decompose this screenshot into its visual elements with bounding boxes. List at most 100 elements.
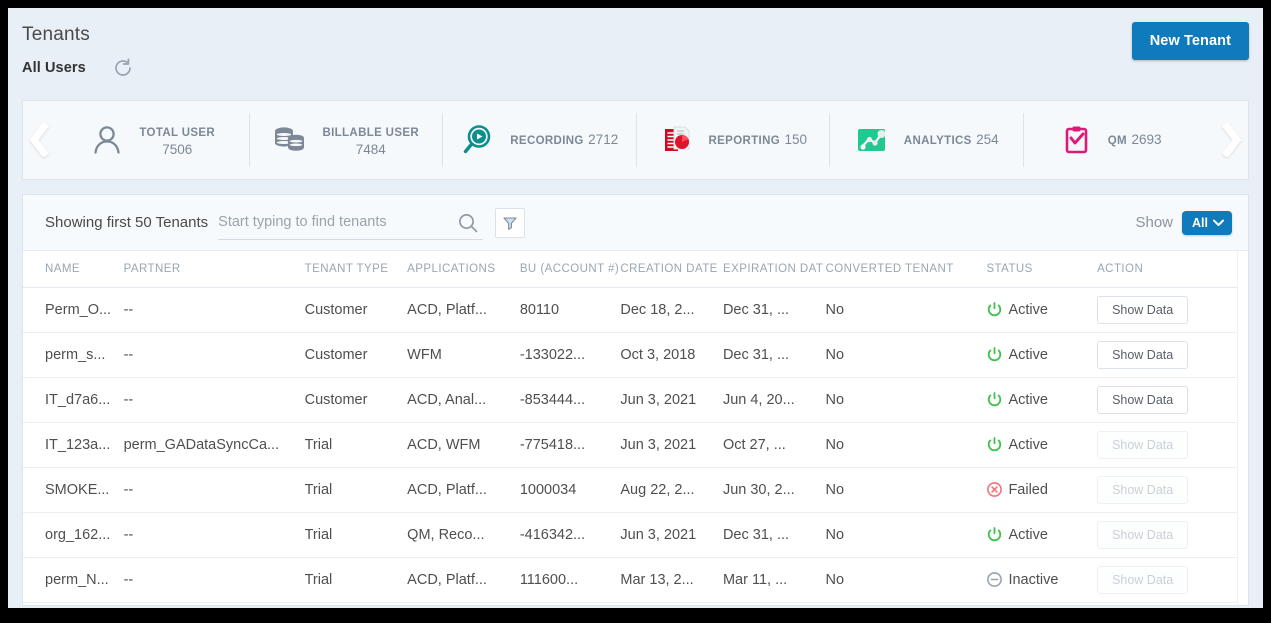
cell-expiration-date: Oct 27, ... (723, 422, 826, 467)
table-row[interactable]: SMOKE...--TrialACD, Platf...1000034Aug 2… (23, 467, 1248, 512)
stat-reporting[interactable]: REPORTING 150 (636, 113, 830, 167)
cell-applications: ACD, WFM (407, 422, 520, 467)
table-toolbar: Showing first 50 Tenants Show A (23, 195, 1248, 251)
stat-value: 2712 (588, 132, 618, 147)
cell-creation-date: Jun 3, 2021 (620, 512, 723, 557)
recording-icon (459, 121, 497, 159)
cell-status: Active (986, 332, 1097, 377)
filter-button[interactable] (495, 208, 525, 238)
col-header-converted-tenant[interactable]: CONVERTED TENANT (826, 251, 987, 287)
cell-partner: -- (124, 332, 305, 377)
show-label: Show (1135, 214, 1173, 231)
page-title: Tenants (22, 22, 1263, 48)
app-root: Tenants All Users New Tenant (8, 8, 1263, 608)
cell-bu-account: -416342... (520, 512, 621, 557)
cell-applications: ACD, Anal... (407, 377, 520, 422)
stat-text: RECORDING 2712 (510, 131, 618, 149)
cell-tenant-type: Trial (305, 512, 408, 557)
table-row[interactable]: IT_d7a6...--CustomerACD, Anal...-853444.… (23, 377, 1248, 422)
stat-value: 7506 (139, 141, 215, 158)
cell-bu-account: -853444... (520, 377, 621, 422)
cell-bu-account: 1000034 (520, 467, 621, 512)
show-data-button: Show Data (1097, 476, 1188, 504)
cell-partner: -- (124, 287, 305, 332)
cell-partner: -- (124, 467, 305, 512)
stat-billable-user[interactable]: BILLABLE USER 7484 (249, 113, 443, 167)
show-data-button[interactable]: Show Data (1097, 386, 1188, 414)
stat-value: 254 (976, 132, 999, 147)
search-input[interactable] (218, 207, 443, 237)
col-header-expiration-date[interactable]: EXPIRATION DAT (723, 251, 826, 287)
cell-status: Failed (986, 467, 1097, 512)
refresh-icon[interactable] (112, 57, 134, 79)
status-label: Active (1008, 437, 1048, 453)
cell-name: Perm_O... (23, 287, 124, 332)
table-scroll-area: NAME PARTNER TENANT TYPE APPLICATIONS BU… (23, 251, 1248, 605)
cell-status: Active (986, 512, 1097, 557)
cell-status: Active (986, 377, 1097, 422)
table-row[interactable]: Perm_O...--CustomerACD, Platf...80110Dec… (23, 287, 1248, 332)
qm-icon (1057, 121, 1095, 159)
cell-tenant-type: Customer (305, 332, 408, 377)
col-header-status[interactable]: STATUS (986, 251, 1097, 287)
stat-total-user[interactable]: TOTAL USER 7506 (55, 113, 249, 167)
cell-status: Inactive (986, 557, 1097, 602)
table-vertical-scrollbar[interactable] (1237, 251, 1248, 605)
cell-expiration-date: Dec 31, ... (723, 287, 826, 332)
stat-value: 2693 (1131, 132, 1161, 147)
status-label: Inactive (1008, 572, 1058, 588)
table-row[interactable]: perm_s...--CustomerWFM-133022...Oct 3, 2… (23, 332, 1248, 377)
new-tenant-button[interactable]: New Tenant (1132, 22, 1249, 60)
cell-creation-date: Jun 3, 2021 (620, 377, 723, 422)
cell-applications: ACD, Platf... (407, 467, 520, 512)
cell-name: org_162... (23, 512, 124, 557)
cell-action: Show Data (1097, 557, 1248, 602)
cell-converted-tenant: No (826, 287, 987, 332)
stat-text: TOTAL USER 7506 (139, 123, 215, 158)
power-icon (986, 526, 1003, 543)
power-icon (986, 346, 1003, 363)
table-header-row: NAME PARTNER TENANT TYPE APPLICATIONS BU… (23, 251, 1248, 287)
stat-label: RECORDING (510, 135, 583, 147)
stat-analytics[interactable]: ANALYTICS 254 (829, 113, 1023, 167)
chevron-right-icon (1222, 123, 1242, 157)
table-row[interactable]: perm_N...--TrialACD, Platf...111600...Ma… (23, 557, 1248, 602)
status-label: Active (1008, 302, 1048, 318)
col-header-bu[interactable]: BU (ACCOUNT #) (520, 251, 621, 287)
cell-applications: ACD, Platf... (407, 557, 520, 602)
cell-creation-date: Mar 13, 2... (620, 557, 723, 602)
table-row[interactable]: org_162...--TrialQM, Reco...-416342...Ju… (23, 512, 1248, 557)
col-header-tenant-type[interactable]: TENANT TYPE (305, 251, 408, 287)
coins-icon (271, 121, 309, 159)
stats-prev-arrow[interactable] (23, 101, 55, 179)
col-header-action[interactable]: ACTION (1097, 251, 1248, 287)
reporting-icon (658, 121, 696, 159)
show-dropdown[interactable]: All (1182, 211, 1232, 235)
power-icon (986, 391, 1003, 408)
cell-action: Show Data (1097, 422, 1248, 467)
show-data-button[interactable]: Show Data (1097, 296, 1188, 324)
cell-name: IT_123a... (23, 422, 124, 467)
chevron-down-icon (1213, 219, 1224, 227)
cell-partner: -- (124, 557, 305, 602)
show-data-button[interactable]: Show Data (1097, 341, 1188, 369)
stats-strip: TOTAL USER 7506 (22, 100, 1249, 180)
col-header-creation-date[interactable]: CREATION DATE (620, 251, 723, 287)
cell-bu-account: 80110 (520, 287, 621, 332)
col-header-partner[interactable]: PARTNER (124, 251, 305, 287)
stat-qm[interactable]: QM 2693 (1023, 113, 1217, 167)
stat-recording[interactable]: RECORDING 2712 (442, 113, 636, 167)
subheader-row: All Users (22, 57, 1263, 79)
table-row[interactable]: IT_123a...perm_GADataSyncCa...TrialACD, … (23, 422, 1248, 467)
search-icon[interactable] (457, 212, 479, 239)
stats-list: TOTAL USER 7506 (55, 101, 1216, 179)
cell-status: Active (986, 287, 1097, 332)
stat-text: ANALYTICS 254 (904, 131, 999, 149)
cell-applications: ACD, Platf... (407, 287, 520, 332)
col-header-applications[interactable]: APPLICATIONS (407, 251, 520, 287)
stat-text: BILLABLE USER 7484 (322, 123, 419, 158)
cell-status: Active (986, 422, 1097, 467)
col-header-name[interactable]: NAME (23, 251, 124, 287)
cell-action: Show Data (1097, 377, 1248, 422)
stats-next-arrow[interactable] (1216, 101, 1248, 179)
